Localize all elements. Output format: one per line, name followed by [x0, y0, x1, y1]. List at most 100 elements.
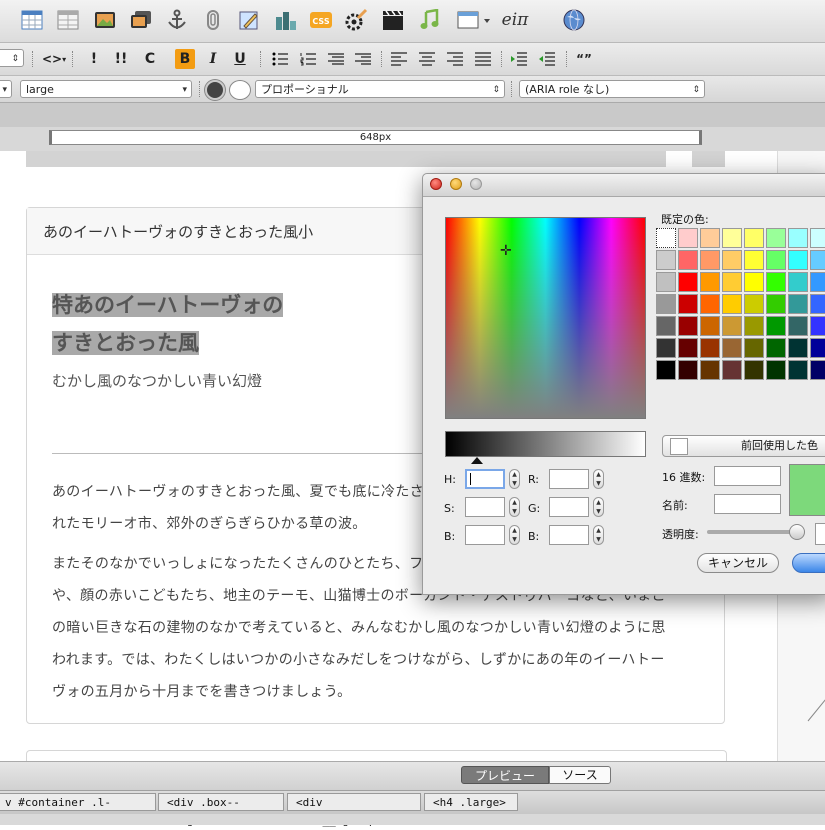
crosshair-icon[interactable]: ✛ — [500, 243, 512, 259]
color-swatch[interactable] — [656, 250, 676, 270]
size-select[interactable]: large ▾ — [20, 80, 192, 98]
color-swatch[interactable] — [700, 272, 720, 292]
font-select[interactable]: プロポーショナル ⇕ — [255, 80, 505, 98]
video-icon[interactable] — [381, 8, 405, 32]
style-select[interactable]: ⇕ — [0, 49, 24, 67]
red-input[interactable] — [549, 469, 589, 489]
audio-icon[interactable] — [417, 8, 441, 32]
color-spectrum[interactable] — [445, 217, 646, 419]
paperclip-icon[interactable] — [201, 8, 225, 32]
zoom-icon[interactable] — [470, 178, 482, 190]
breadcrumb-item[interactable]: <h4 .large> — [424, 793, 518, 811]
color-swatch[interactable] — [810, 360, 825, 380]
table-icon[interactable] — [20, 8, 44, 32]
color-swatch[interactable] — [678, 360, 698, 380]
color-swatch[interactable] — [810, 250, 825, 270]
bullet-list-icon[interactable] — [270, 49, 290, 69]
color-swatch[interactable] — [788, 228, 808, 248]
color-swatch[interactable] — [722, 360, 742, 380]
color-swatch[interactable] — [744, 228, 764, 248]
color-swatch[interactable] — [766, 272, 786, 292]
emphasis-button[interactable]: ! — [84, 49, 104, 69]
align-right-icon[interactable] — [445, 49, 465, 69]
color-swatch[interactable] — [678, 338, 698, 358]
red-stepper[interactable]: ▲ ▼ — [593, 469, 604, 489]
brightness-slider[interactable] — [445, 431, 646, 457]
color-swatch[interactable] — [722, 228, 742, 248]
indent-icon[interactable] — [509, 49, 529, 69]
green-stepper[interactable]: ▲ ▼ — [593, 497, 604, 517]
align-left-icon[interactable] — [389, 49, 409, 69]
ok-button[interactable] — [792, 553, 825, 573]
color-swatch[interactable] — [678, 294, 698, 314]
brightness-stepper[interactable]: ▲ ▼ — [509, 525, 520, 545]
image-multi-icon[interactable] — [129, 8, 153, 32]
underline-button[interactable]: U — [230, 49, 250, 69]
color-swatch[interactable] — [744, 250, 764, 270]
math-icon[interactable]: eiπ — [500, 8, 530, 32]
color-swatch[interactable] — [656, 294, 676, 314]
box-subtitle[interactable]: むかし風のなつかしい青い幻燈 — [52, 370, 262, 391]
tab-preview[interactable]: プレビュー — [461, 766, 549, 784]
blue-stepper[interactable]: ▲ ▼ — [593, 525, 604, 545]
close-icon[interactable] — [430, 178, 442, 190]
color-swatch[interactable] — [678, 272, 698, 292]
color-swatch[interactable] — [722, 250, 742, 270]
align-justify-icon[interactable] — [473, 49, 493, 69]
color-swatch[interactable] — [744, 360, 764, 380]
saturation-stepper[interactable]: ▲ ▼ — [509, 497, 520, 517]
color-swatch[interactable] — [744, 272, 764, 292]
color-swatch[interactable] — [788, 272, 808, 292]
color-swatch[interactable] — [656, 360, 676, 380]
color-swatch[interactable] — [766, 360, 786, 380]
opacity-input[interactable] — [815, 523, 825, 545]
color-swatch[interactable] — [744, 294, 764, 314]
color-swatch[interactable] — [700, 360, 720, 380]
strong-emphasis-button[interactable]: !! — [111, 49, 131, 69]
color-swatch[interactable] — [700, 228, 720, 248]
bold-button[interactable]: B — [175, 49, 195, 69]
code-button[interactable]: <> ▾ — [42, 49, 66, 69]
background-color-well[interactable] — [229, 80, 251, 100]
breadcrumb-item[interactable]: <div .box--large> — [158, 793, 284, 827]
hue-stepper[interactable]: ▲ ▼ — [509, 469, 520, 489]
chart-icon[interactable] — [274, 8, 298, 32]
align-center-icon[interactable] — [417, 49, 437, 69]
cancel-button[interactable]: キャンセル — [697, 553, 779, 573]
definition-detail-icon[interactable] — [353, 49, 373, 69]
hex-input[interactable] — [714, 466, 781, 486]
color-swatch[interactable] — [766, 228, 786, 248]
tab-source[interactable]: ソース — [549, 766, 611, 784]
color-swatch[interactable] — [810, 294, 825, 314]
color-swatch[interactable] — [656, 272, 676, 292]
color-swatch[interactable] — [766, 338, 786, 358]
color-swatch[interactable] — [700, 250, 720, 270]
color-swatch[interactable] — [656, 228, 676, 248]
color-swatch[interactable] — [788, 338, 808, 358]
color-swatch[interactable] — [766, 294, 786, 314]
aria-role-select[interactable]: (ARIA role なし) ⇕ — [519, 80, 705, 98]
green-input[interactable] — [549, 497, 589, 517]
table-grid-icon[interactable] — [56, 8, 80, 32]
color-name-input[interactable] — [714, 494, 781, 514]
color-swatch[interactable] — [810, 338, 825, 358]
image-icon[interactable] — [93, 8, 117, 32]
recent-color-swatch[interactable] — [670, 438, 688, 455]
color-swatch[interactable] — [656, 338, 676, 358]
color-swatch[interactable] — [788, 250, 808, 270]
saturation-input[interactable] — [465, 497, 505, 517]
color-swatch[interactable] — [700, 294, 720, 314]
color-swatch[interactable] — [722, 316, 742, 336]
css-icon[interactable]: CSS — [309, 8, 333, 32]
quote-button[interactable]: “” — [574, 49, 594, 69]
italic-button[interactable]: I — [203, 49, 223, 69]
color-swatch[interactable] — [788, 360, 808, 380]
globe-icon[interactable] — [562, 8, 586, 32]
color-swatch[interactable] — [810, 228, 825, 248]
text-color-well[interactable] — [205, 80, 225, 100]
outdent-icon[interactable] — [537, 49, 557, 69]
color-swatch[interactable] — [722, 338, 742, 358]
window-icon[interactable] — [456, 8, 492, 32]
width-ruler[interactable]: 648px — [49, 130, 702, 145]
opacity-slider-track[interactable] — [707, 530, 802, 534]
